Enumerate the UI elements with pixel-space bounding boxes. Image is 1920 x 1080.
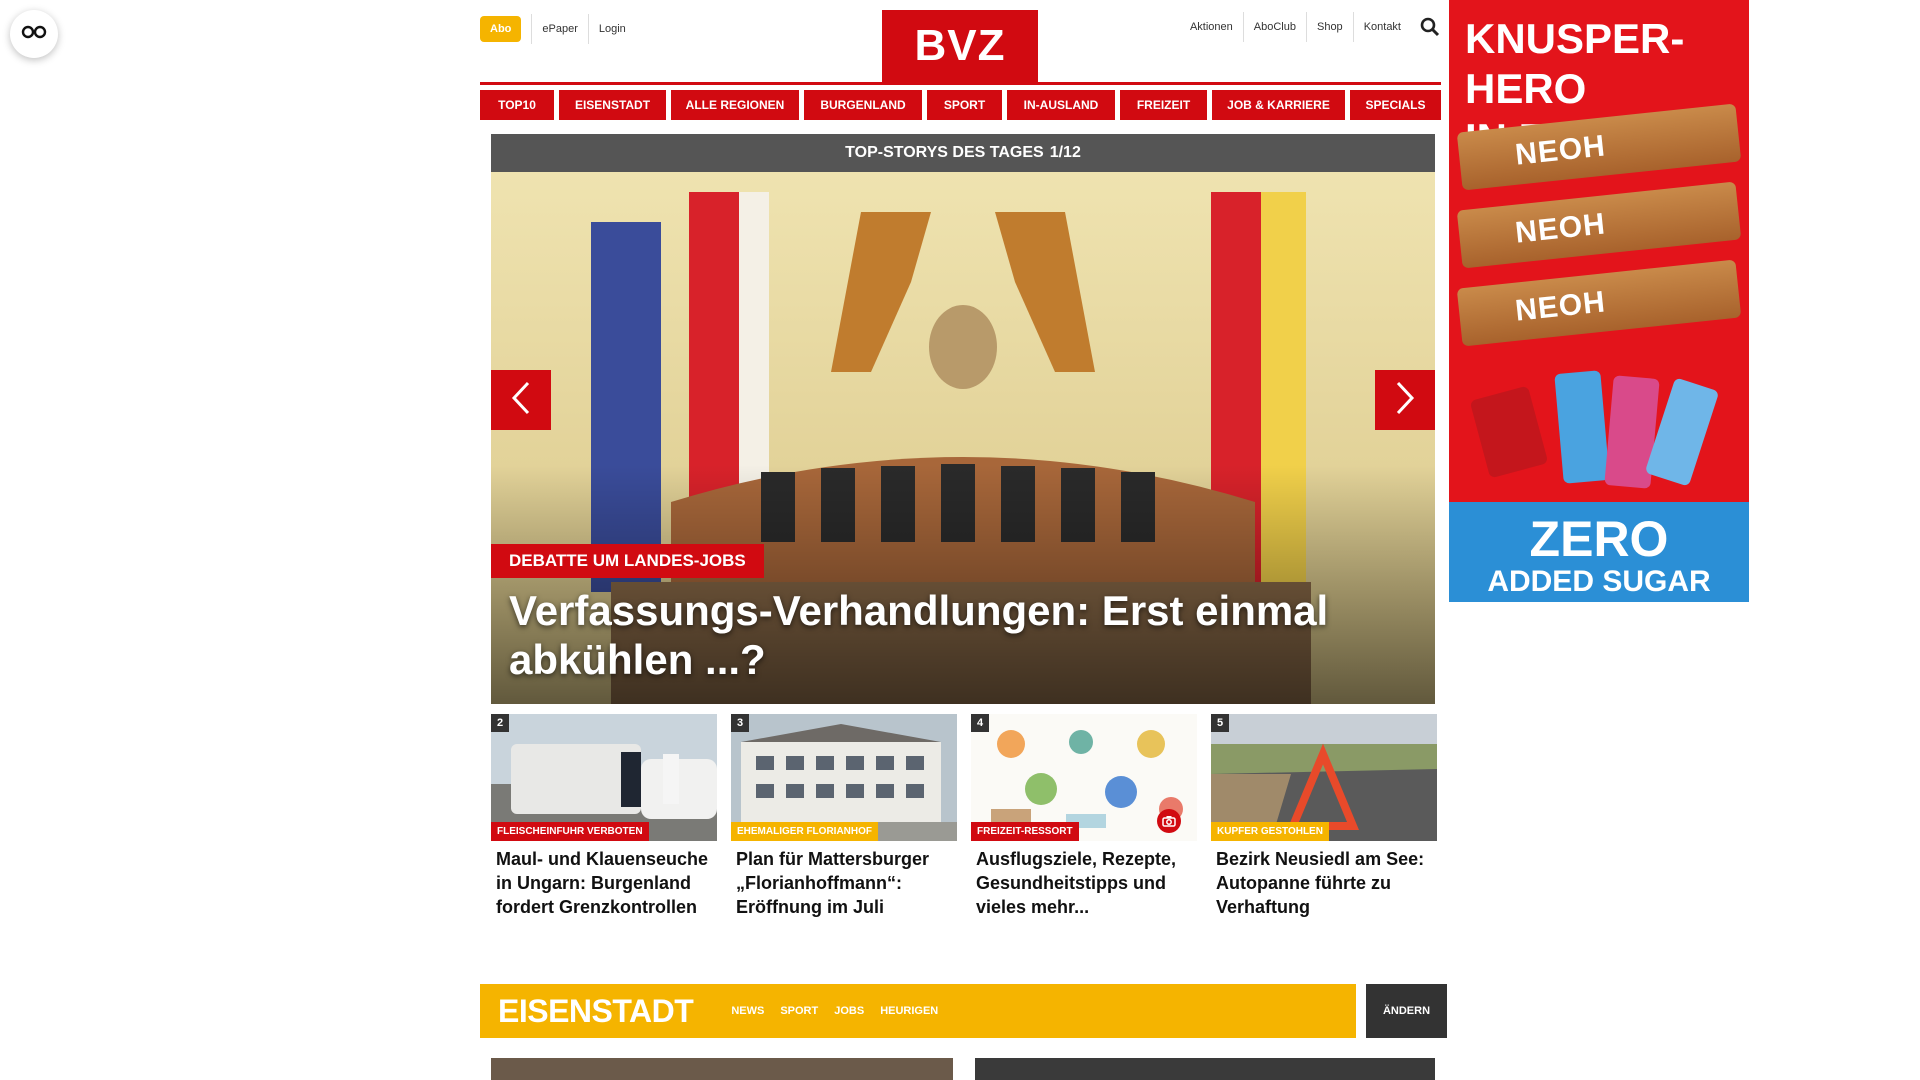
region-story-image[interactable] [491, 1058, 953, 1080]
nav-item-eisenstadt[interactable]: EISENSTADT [559, 90, 666, 120]
nav-item-specials[interactable]: SPECIALS [1350, 90, 1441, 120]
ad-zero-text: ZERO [1529, 511, 1669, 567]
hero-kicker[interactable]: DEBATTE UM LANDES-JOBS [491, 544, 764, 578]
teaser-kicker: EHEMALIGER FLORIANHOF [731, 822, 878, 841]
region-link-news[interactable]: NEWS [731, 1005, 764, 1017]
teaser-image[interactable]: 4 FREIZEIT-RESSORT [971, 714, 1197, 841]
slider-prev-button[interactable] [491, 370, 551, 430]
glasses-icon [21, 25, 47, 44]
main-navigation: TOP10 EISENSTADT ALLE REGIONEN BURGENLAN… [480, 90, 1441, 120]
top-utility-bar: Abo ePaper Login BVZ Aktionen AboClub Sh… [480, 0, 1441, 82]
ad-product-label: NEOH [1513, 285, 1608, 328]
ad-footer: ZERO ADDED SUGAR [1449, 502, 1749, 602]
region-link-sport[interactable]: SPORT [780, 1005, 818, 1017]
kontakt-link[interactable]: Kontakt [1354, 12, 1411, 42]
change-region-button[interactable]: ÄNDERN [1366, 984, 1447, 1038]
slider-next-button[interactable] [1375, 370, 1435, 430]
region-link-jobs[interactable]: JOBS [834, 1005, 864, 1017]
chevron-right-icon [1394, 380, 1416, 421]
nav-item-burgenland[interactable]: BURGENLAND [804, 90, 922, 120]
teaser-kicker: FLEISCHEINFUHR VERBOTEN [491, 822, 649, 841]
utility-links-right: Aktionen AboClub Shop Kontakt [1180, 12, 1441, 42]
top-stories-slider: TOP-STORYS DES TAGES 1/12 DEBATTE UM LAN… [491, 134, 1435, 704]
teaser-card[interactable]: 5 KUPFER GESTOHLEN Bezirk Neusiedl am Se… [1211, 714, 1437, 919]
teaser-image[interactable]: 3 EHEMALIGER FLORIANHOF [731, 714, 957, 841]
slider-header: TOP-STORYS DES TAGES 1/12 [491, 134, 1435, 172]
region-title[interactable]: EISENSTADT [480, 993, 694, 1030]
teaser-number: 2 [491, 714, 509, 732]
teaser-title[interactable]: Bezirk Neusiedl am See: Autopanne führte… [1211, 841, 1437, 919]
teaser-kicker: FREIZEIT-RESSORT [971, 822, 1079, 841]
aktionen-link[interactable]: Aktionen [1180, 12, 1244, 42]
nav-item-in-ausland[interactable]: IN-AUSLAND [1007, 90, 1115, 120]
teaser-card[interactable]: 4 FREIZEIT-RESSORT Ausflugsziele, Rezept… [971, 714, 1197, 919]
aboclub-link[interactable]: AboClub [1244, 12, 1307, 42]
region-bar: EISENSTADT NEWS SPORT JOBS HEURIGEN [480, 984, 1356, 1038]
teaser-number: 5 [1211, 714, 1229, 732]
ad-product-label: NEOH [1513, 207, 1608, 250]
teaser-card[interactable]: 2 FLEISCHEINFUHR VERBOTEN Maul- und Klau… [491, 714, 717, 919]
bvz-logo[interactable]: BVZ [882, 10, 1038, 82]
ad-product-bar: NEOH [1456, 181, 1742, 269]
advertisement-banner[interactable]: KNUSPER-HERO IN ZERO! NEOH NEOH NEOH ZER… [1449, 0, 1749, 602]
nav-item-freizeit[interactable]: FREIZEIT [1120, 90, 1207, 120]
shop-link[interactable]: Shop [1307, 12, 1354, 42]
ad-product-label: NEOH [1513, 129, 1608, 172]
nav-item-alle-regionen[interactable]: ALLE REGIONEN [671, 90, 799, 120]
camera-icon [1157, 809, 1181, 833]
epaper-link[interactable]: ePaper [531, 14, 587, 44]
abo-button[interactable]: Abo [480, 16, 522, 42]
region-link-heurigen[interactable]: HEURIGEN [880, 1005, 938, 1017]
hero-headline[interactable]: Verfassungs-Verhandlungen: Erst einmal a… [509, 586, 1409, 684]
ad-added-sugar-text: ADDED SUGAR [1487, 565, 1711, 598]
nav-item-top10[interactable]: TOP10 [480, 90, 554, 120]
teaser-title[interactable]: Maul- und Klauenseuche in Ungarn: Burgen… [491, 841, 717, 919]
search-icon[interactable] [1419, 16, 1441, 38]
ad-product-bar: NEOH [1456, 259, 1742, 347]
accessibility-button[interactable] [10, 10, 58, 58]
teaser-image[interactable]: 2 FLEISCHEINFUHR VERBOTEN [491, 714, 717, 841]
region-story-image[interactable] [975, 1058, 1435, 1080]
header-divider [480, 82, 1441, 85]
slide-counter: 1/12 [1049, 144, 1081, 161]
nav-item-sport[interactable]: SPORT [927, 90, 1002, 120]
login-link[interactable]: Login [587, 14, 636, 44]
teaser-kicker: KUPFER GESTOHLEN [1211, 822, 1329, 841]
slider-title: TOP-STORYS DES TAGES [845, 144, 1044, 161]
teaser-number: 4 [971, 714, 989, 732]
chevron-left-icon [510, 380, 532, 421]
ad-headline-line1: KNUSPER-HERO [1465, 15, 1685, 112]
teaser-title[interactable]: Plan für Mattersburger „Florianhoffmann“… [731, 841, 957, 919]
teaser-number: 3 [731, 714, 749, 732]
teaser-card[interactable]: 3 EHEMALIGER FLORIANHOF Plan für Matters… [731, 714, 957, 919]
utility-links-left: Abo ePaper Login [480, 14, 636, 44]
teaser-image[interactable]: 5 KUPFER GESTOHLEN [1211, 714, 1437, 841]
teaser-title[interactable]: Ausflugsziele, Rezepte, Gesundheitstipps… [971, 841, 1197, 919]
nav-item-job-karriere[interactable]: JOB & KARRIERE [1212, 90, 1345, 120]
story-teasers: 2 FLEISCHEINFUHR VERBOTEN Maul- und Klau… [491, 714, 1437, 919]
ad-product-packs [1471, 370, 1718, 489]
